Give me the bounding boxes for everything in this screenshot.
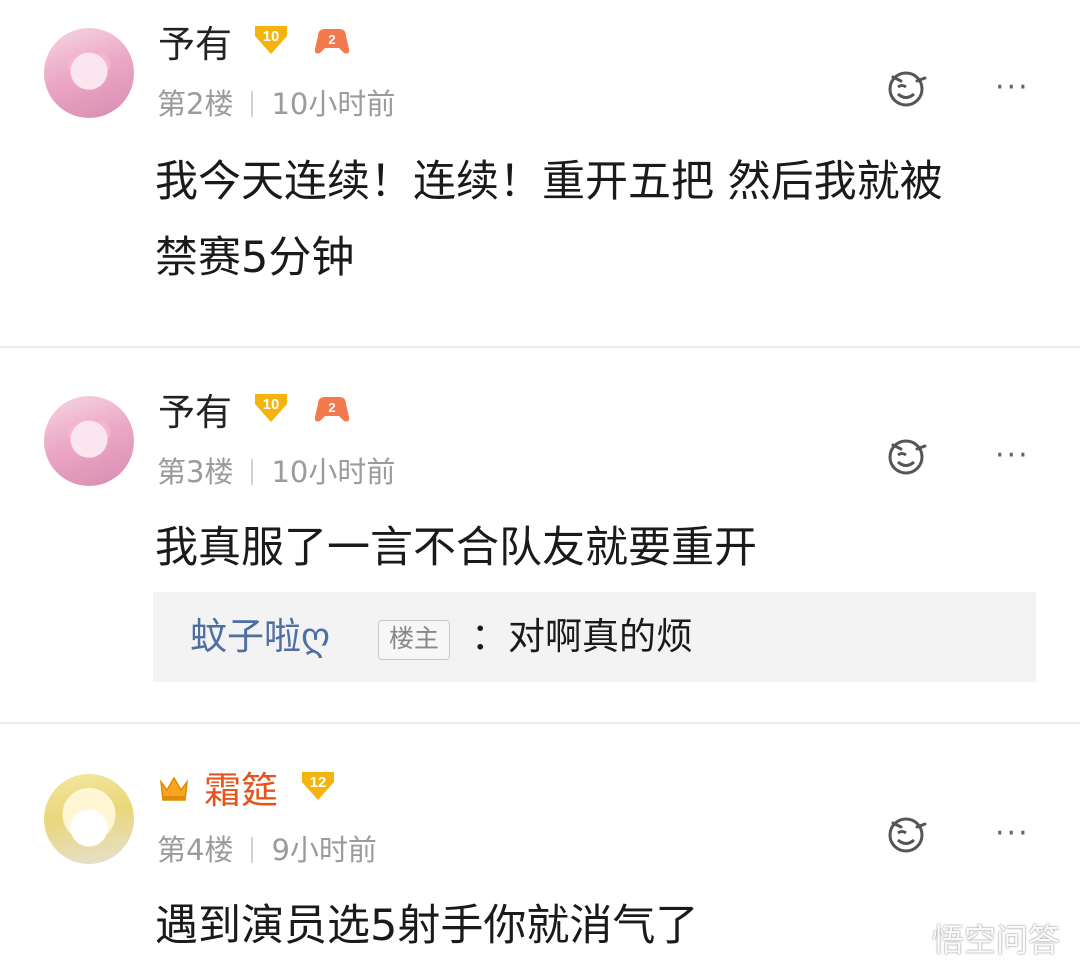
game-badge-icon: 2 [314, 29, 350, 54]
post-time: 10小时前 [271, 455, 396, 489]
owner-tag-badge: 楼主 [378, 620, 451, 660]
avatar[interactable] [44, 774, 134, 864]
svg-text:2: 2 [328, 400, 335, 415]
comment-text: 我真服了一言不合队友就要重开 [155, 510, 1035, 586]
floor-number: 第2楼 [157, 87, 234, 121]
emoji-face-icon[interactable] [883, 814, 929, 854]
emoji-face-icon[interactable] [883, 68, 929, 108]
post-meta: 第4楼 9小时前 [157, 832, 377, 868]
post-meta: 第3楼 10小时前 [157, 454, 395, 490]
watermark-text: 悟空问答 [931, 921, 1060, 959]
meta-divider [251, 459, 254, 485]
svg-text:10: 10 [263, 396, 280, 413]
svg-text:2: 2 [328, 32, 335, 47]
svg-text:12: 12 [310, 774, 327, 791]
level-badge-icon: 12 [302, 772, 334, 800]
level-badge-icon: 10 [255, 394, 287, 422]
post-time: 9小时前 [271, 833, 377, 867]
more-dots-icon[interactable]: ··· [995, 819, 1030, 849]
floor-number: 第4楼 [157, 833, 234, 867]
floor-number: 第3楼 [157, 455, 234, 489]
more-dots-icon[interactable]: ··· [995, 441, 1030, 471]
emoji-face-icon[interactable] [883, 436, 929, 476]
game-badge-icon: 2 [314, 397, 350, 422]
comment-floor-2: 予有 10 2 第2楼 10小时前 ··· 我今天连续！连续！重开五把 然后我就被… [0, 0, 1080, 346]
post-time: 10小时前 [271, 87, 396, 121]
comment-floor-3: 予有 10 2 第3楼 10小时前 ··· 我真服了一言不合队友就要重开 蚊子啦ღ… [0, 348, 1080, 722]
post-meta: 第2楼 10小时前 [157, 86, 395, 122]
username[interactable]: 霜筵 [204, 768, 278, 814]
username[interactable]: 予有 [158, 22, 232, 68]
username[interactable]: 予有 [158, 390, 232, 436]
avatar[interactable] [44, 396, 134, 486]
comment-text: 我今天连续！连续！重开五把 然后我就被 禁赛5分钟 [155, 144, 1035, 296]
meta-divider [251, 91, 254, 117]
comment-line: 我今天连续！连续！重开五把 然后我就被 [155, 157, 943, 207]
reply-preview[interactable]: 蚊子啦ღ 楼主 ：对啊真的烦 [153, 592, 1036, 682]
more-dots-icon[interactable]: ··· [995, 73, 1030, 103]
comment-line: 禁赛5分钟 [155, 233, 355, 283]
svg-text:10: 10 [263, 28, 280, 45]
watermark: 悟空问答 [884, 915, 1060, 961]
crown-icon [159, 776, 189, 801]
reply-text: ：对啊真的烦 [471, 615, 693, 658]
comment-line: 我真服了一言不合队友就要重开 [155, 523, 757, 573]
level-badge-icon: 10 [255, 26, 287, 54]
watermark-logo-icon [885, 925, 923, 951]
reply-username[interactable]: 蚊子啦ღ [190, 615, 330, 659]
meta-divider [251, 837, 254, 863]
avatar[interactable] [44, 28, 134, 118]
